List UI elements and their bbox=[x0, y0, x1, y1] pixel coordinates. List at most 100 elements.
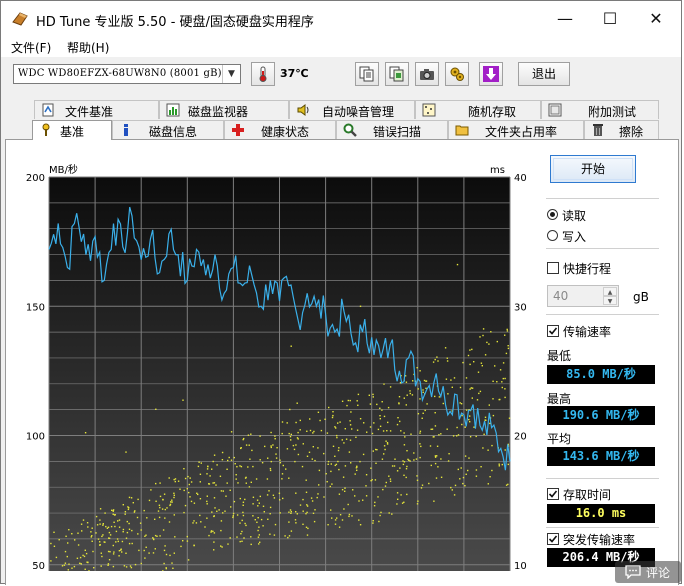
temperature-button[interactable] bbox=[251, 62, 275, 86]
access-time-point bbox=[281, 473, 284, 475]
access-time-point bbox=[383, 383, 385, 385]
access-time-point bbox=[228, 456, 230, 459]
copy-text-button[interactable] bbox=[355, 62, 379, 86]
tab-extra-tests[interactable]: 附加测试 bbox=[541, 100, 659, 119]
drive-select[interactable]: WDC WD80EFZX-68UW8N0 (8001 gB) ▼ bbox=[13, 64, 241, 84]
checkmark-icon bbox=[548, 490, 558, 498]
tab-health[interactable]: 健康状态 bbox=[224, 120, 336, 139]
copy-screen-button[interactable] bbox=[385, 62, 409, 86]
access-time-point bbox=[80, 523, 83, 525]
access-time-point bbox=[58, 539, 60, 541]
access-time-point bbox=[423, 379, 426, 382]
access-time-point bbox=[169, 504, 171, 507]
access-time-point bbox=[220, 490, 223, 492]
access-time-point bbox=[255, 478, 258, 480]
access-time-point bbox=[174, 480, 176, 483]
tab-file-benchmark[interactable]: 文件基准 bbox=[34, 100, 159, 119]
access-time-point bbox=[84, 432, 87, 434]
tab-erase[interactable]: 擦除 bbox=[584, 120, 659, 139]
access-time-point bbox=[84, 549, 86, 551]
access-time-point bbox=[469, 421, 471, 423]
access-time-point bbox=[259, 541, 261, 543]
access-time-point bbox=[243, 437, 245, 440]
tab-random-access[interactable]: 随机存取 bbox=[415, 100, 541, 119]
access-time-point bbox=[241, 530, 243, 533]
tab-aam[interactable]: 自动噪音管理 bbox=[289, 100, 415, 119]
screenshot-button[interactable] bbox=[415, 62, 439, 86]
access-time-point bbox=[299, 419, 301, 422]
access-time-point bbox=[210, 531, 212, 533]
access-time-point bbox=[396, 470, 399, 472]
write-radio[interactable] bbox=[547, 230, 558, 241]
access-time-point bbox=[242, 501, 245, 503]
access-time-point bbox=[419, 443, 421, 445]
options-button[interactable] bbox=[445, 62, 469, 86]
transfer-rate-checkbox[interactable] bbox=[547, 325, 559, 337]
access-time-point bbox=[290, 530, 293, 532]
access-time-point bbox=[308, 451, 311, 453]
access-time-point bbox=[479, 390, 482, 393]
short-stroke-checkbox[interactable] bbox=[547, 262, 559, 274]
access-time-point bbox=[436, 445, 439, 447]
access-time-point bbox=[344, 465, 347, 467]
start-button[interactable]: 开始 bbox=[550, 155, 636, 183]
access-time-point bbox=[468, 418, 470, 421]
folder-icon bbox=[455, 125, 469, 136]
access-time-point bbox=[296, 513, 298, 515]
access-time-point bbox=[162, 529, 165, 531]
read-radio[interactable] bbox=[547, 209, 558, 220]
access-time-point bbox=[320, 429, 323, 432]
access-time-point bbox=[293, 448, 296, 451]
access-time-checkbox[interactable] bbox=[547, 488, 559, 500]
burst-rate-checkbox[interactable] bbox=[547, 533, 559, 545]
access-time-point bbox=[388, 475, 390, 477]
menu-file[interactable]: 文件(F) bbox=[11, 39, 51, 56]
access-time-point bbox=[327, 524, 329, 526]
save-results-button[interactable] bbox=[479, 62, 503, 86]
tab-disk-info-label: 磁盘信息 bbox=[149, 125, 198, 139]
access-time-point bbox=[97, 538, 100, 540]
access-time-point bbox=[184, 504, 187, 507]
tab-benchmark[interactable]: 基准 bbox=[32, 120, 112, 140]
access-time-point bbox=[67, 542, 69, 544]
chevron-down-icon[interactable]: ▼ bbox=[222, 65, 240, 83]
tab-folder-usage[interactable]: 文件夹占用率 bbox=[448, 120, 584, 139]
access-time-point bbox=[473, 361, 475, 363]
access-time-point bbox=[430, 464, 432, 467]
access-time-point bbox=[230, 506, 232, 508]
exit-button[interactable]: 退出 bbox=[518, 62, 570, 86]
stepper-up-icon[interactable]: ▲ bbox=[603, 287, 617, 296]
access-time-point bbox=[385, 481, 387, 484]
access-time-point bbox=[464, 426, 466, 428]
stepper-down-icon[interactable]: ▼ bbox=[603, 296, 617, 305]
access-time-point bbox=[169, 554, 171, 557]
menu-help[interactable]: 帮助(H) bbox=[67, 39, 109, 56]
access-time-point bbox=[343, 508, 345, 510]
access-time-point bbox=[448, 453, 450, 455]
access-time-point bbox=[442, 402, 444, 405]
short-stroke-stepper[interactable]: 40 ▲ ▼ bbox=[547, 285, 619, 307]
access-time-point bbox=[379, 407, 381, 409]
access-time-point bbox=[267, 457, 269, 459]
max-label: 最高 bbox=[547, 392, 572, 406]
access-time-point bbox=[416, 479, 419, 481]
access-time-point bbox=[464, 455, 467, 457]
access-time-point bbox=[82, 554, 84, 557]
access-time-point bbox=[210, 530, 213, 532]
tab-disk-monitor[interactable]: 磁盘监视器 bbox=[159, 100, 289, 119]
tab-disk-info[interactable]: 磁盘信息 bbox=[112, 120, 224, 139]
benchmark-icon bbox=[42, 123, 50, 136]
access-time-value: 16.0 ms bbox=[547, 504, 655, 523]
access-time-point bbox=[384, 485, 387, 487]
access-time-point bbox=[243, 537, 245, 539]
access-time-point bbox=[87, 526, 89, 528]
maximize-button[interactable]: ☐ bbox=[587, 1, 633, 37]
access-time-point bbox=[391, 513, 393, 515]
access-time-point bbox=[122, 531, 124, 533]
close-button[interactable]: ✕ bbox=[633, 1, 679, 37]
access-time-point bbox=[349, 439, 352, 441]
access-time-point bbox=[422, 389, 424, 391]
access-time-point bbox=[372, 522, 374, 524]
tab-error-scan[interactable]: 错误扫描 bbox=[336, 120, 448, 139]
minimize-button[interactable]: — bbox=[542, 1, 588, 37]
